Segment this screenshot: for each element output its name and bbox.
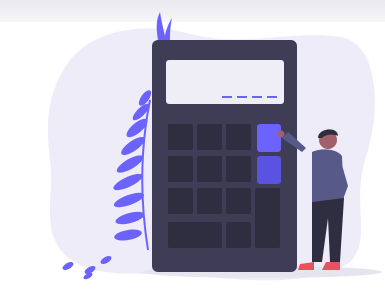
illustration-scene [0,0,385,296]
calculator-illustration [47,12,382,281]
highlighted-key-1 [257,124,281,152]
highlighted-key-2 [257,156,281,184]
grass-tip [156,12,166,40]
